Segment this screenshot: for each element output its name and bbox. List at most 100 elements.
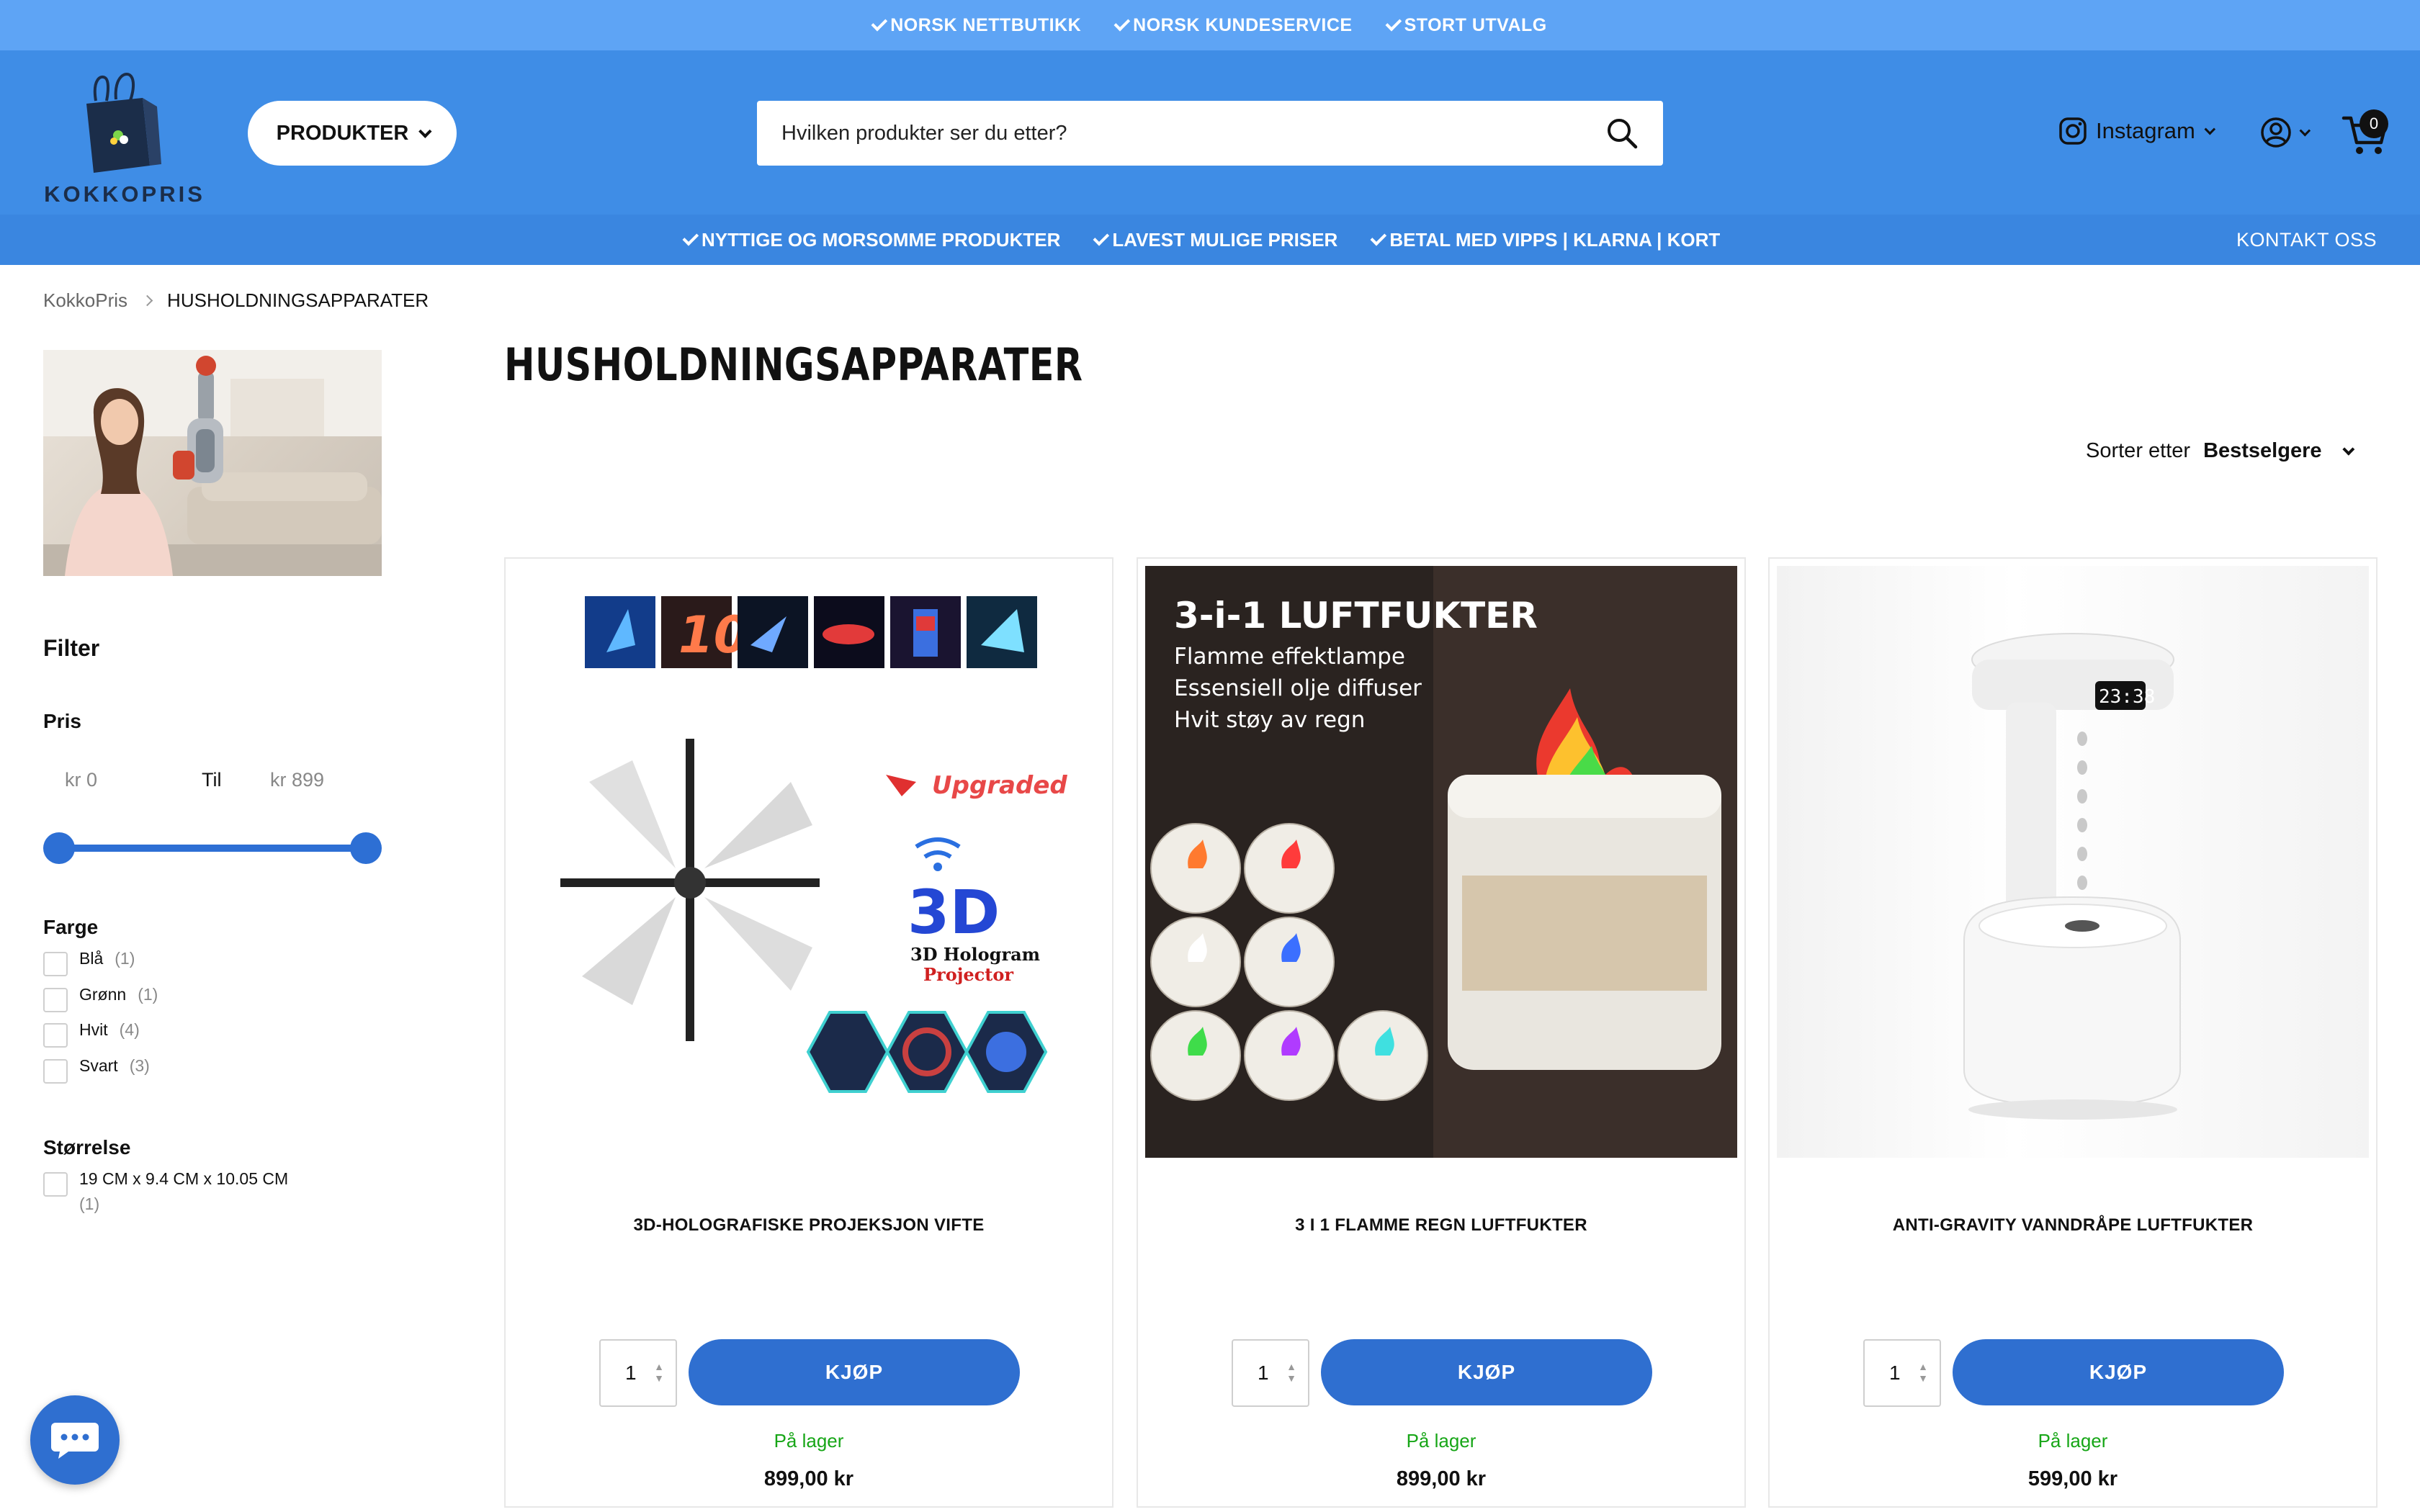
check-icon [1370, 229, 1387, 246]
search-bar [757, 101, 1663, 166]
hologram-fan-illustration: 10 Upgraded 3D 3D Hologram Projector [560, 596, 1067, 1093]
option-count: (1) [138, 985, 158, 1004]
quantity-value: 1 [1889, 1362, 1901, 1384]
filter-title: Filter [43, 635, 100, 661]
check-icon [871, 14, 888, 32]
logo[interactable]: KOKKOPRIS [42, 65, 207, 209]
instagram-icon [2059, 117, 2087, 145]
product-price: 599,00 kr [2027, 1467, 2118, 1490]
option-label: Grønn [79, 985, 127, 1004]
stock-status: På lager [2038, 1430, 2108, 1452]
color-option-hvit[interactable]: Hvit (4) [43, 1020, 140, 1048]
image-line1: Flamme effektlampe [1174, 644, 1405, 670]
top-announcement-bar: NORSK NETTBUTIKK NORSK KUNDESERVICE STOR… [0, 0, 2420, 50]
category-banner-image [43, 350, 382, 576]
size-filter-title: Størrelse [43, 1136, 131, 1158]
sort-dropdown[interactable]: Sorter etter Bestselgere [2086, 439, 2354, 463]
color-option-gronn[interactable]: Grønn (1) [43, 985, 158, 1012]
3d-text: 3D [908, 877, 1000, 948]
option-count: (4) [119, 1020, 140, 1039]
usp-item: NORSK KUNDESERVICE [1113, 14, 1352, 36]
product-price: 899,00 kr [763, 1467, 854, 1490]
color-option-svart[interactable]: Svart (3) [43, 1056, 150, 1084]
cart-count-badge: 0 [2360, 109, 2388, 138]
search-input[interactable] [781, 121, 1574, 145]
search-icon[interactable] [1605, 117, 1639, 150]
stepper-arrows-icon[interactable]: ▲ ▼ [1286, 1361, 1296, 1384]
size-option[interactable]: 19 CM x 9.4 CM x 10.05 CM (1) [43, 1169, 288, 1214]
option-count: (1) [79, 1194, 100, 1213]
chevron-down-icon [2204, 123, 2215, 135]
color-option-bla[interactable]: Blå (1) [43, 949, 135, 976]
usp-item: NORSK NETTBUTIKK [871, 14, 1081, 36]
breadcrumb: KokkoPris HUSHOLDNINGSAPPARATER [43, 289, 429, 312]
option-label: Hvit [79, 1020, 108, 1039]
checkbox[interactable] [43, 1172, 68, 1197]
quantity-value: 1 [1258, 1362, 1269, 1384]
usp-row: NYTTIGE OG MORSOMME PRODUKTER LAVEST MUL… [682, 215, 1720, 265]
price-slider-min-handle[interactable] [43, 832, 75, 864]
product-card[interactable]: 23:38 ANTI-GRAVITY VANNDRÅPE LUFTFUKTER … [1768, 557, 2378, 1508]
price-max-input[interactable]: kr 899 [270, 769, 324, 791]
breadcrumb-home-link[interactable]: KokkoPris [43, 289, 127, 312]
quantity-stepper[interactable]: 1 ▲ ▼ [1863, 1339, 1941, 1407]
anti-gravity-humidifier-illustration: 23:38 [1963, 633, 2181, 1120]
projector-line: Projector [923, 964, 1013, 985]
products-menu-button[interactable]: PRODUKTER [248, 101, 457, 166]
clock-display: 23:38 [2099, 686, 2155, 708]
quantity-stepper[interactable]: 1 ▲ ▼ [1232, 1339, 1309, 1407]
usp-item: STORT UTVALG [1385, 15, 1547, 36]
instagram-menu[interactable]: Instagram [2058, 117, 2215, 145]
product-image[interactable]: 23:38 [1777, 566, 2369, 1158]
price-slider-max-handle[interactable] [350, 832, 382, 864]
buy-button[interactable]: KJØP [1321, 1339, 1652, 1405]
image-line3: Hvit støy av regn [1174, 707, 1365, 733]
usp-item: LAVEST MULIGE PRISER [1093, 229, 1337, 251]
stepper-arrows-icon[interactable]: ▲ ▼ [654, 1361, 664, 1384]
products-label: PRODUKTER [276, 121, 409, 145]
usp-item: NYTTIGE OG MORSOMME PRODUKTER [682, 229, 1060, 251]
buy-button[interactable]: KJØP [1953, 1339, 2284, 1405]
product-image[interactable]: 10 Upgraded 3D 3D Hologram Projector [513, 566, 1105, 1158]
color-filter-title: Farge [43, 916, 99, 938]
buy-button[interactable]: KJØP [689, 1339, 1020, 1405]
breadcrumb-current: HUSHOLDNINGSAPPARATER [167, 289, 429, 311]
product-name[interactable]: ANTI-GRAVITY VANNDRÅPE LUFTFUKTER [1770, 1215, 2376, 1236]
page-title: HUSHOLDNINGSAPPARATER [504, 338, 1083, 391]
account-menu[interactable] [2260, 117, 2311, 148]
check-icon [1093, 229, 1110, 246]
price-slider-track[interactable] [58, 845, 366, 852]
checkbox[interactable] [43, 1023, 68, 1048]
image-line2: Essensiell olje diffuser [1174, 675, 1422, 701]
checkbox[interactable] [43, 988, 68, 1012]
instagram-label: Instagram [2096, 118, 2195, 143]
quantity-stepper[interactable]: 1 ▲ ▼ [599, 1339, 677, 1407]
image-title: 3-i-1 LUFTFUKTER [1174, 595, 1538, 636]
price-min-input[interactable]: kr 0 [65, 769, 97, 791]
size-option-text: 19 CM x 9.4 CM x 10.05 CM (1) [79, 1169, 288, 1214]
product-name[interactable]: 3 I 1 FLAMME REGN LUFTFUKTER [1138, 1215, 1744, 1236]
sub-navigation: NYTTIGE OG MORSOMME PRODUKTER LAVEST MUL… [0, 215, 2420, 265]
checkbox[interactable] [43, 952, 68, 976]
flame-humidifier-illustration: 3-i-1 LUFTFUKTER Flamme effektlampe Esse… [1145, 566, 1737, 1158]
product-card[interactable]: 10 Upgraded 3D 3D Hologram Projector 3D-… [504, 557, 1113, 1508]
option-count: (3) [129, 1056, 150, 1075]
upgraded-badge: Upgraded [932, 771, 1067, 800]
option-count: (1) [115, 949, 135, 968]
check-icon [1113, 14, 1131, 32]
stock-status: På lager [1406, 1430, 1476, 1452]
stepper-arrows-icon[interactable]: ▲ ▼ [1918, 1361, 1928, 1384]
product-price: 899,00 kr [1396, 1467, 1487, 1490]
hologram-line: 3D Hologram [910, 944, 1040, 965]
site-header: KOKKOPRIS PRODUKTER Instagram [0, 50, 2420, 215]
contact-link[interactable]: KONTAKT OSS [2236, 215, 2377, 265]
price-separator: Til [202, 769, 222, 791]
quantity-value: 1 [625, 1362, 637, 1384]
product-name[interactable]: 3D-HOLOGRAFISKE PROJEKSJON VIFTE [506, 1215, 1112, 1236]
check-icon [682, 229, 699, 246]
checkbox[interactable] [43, 1059, 68, 1084]
chat-button[interactable] [30, 1395, 120, 1485]
product-card[interactable]: 3-i-1 LUFTFUKTER Flamme effektlampe Esse… [1137, 557, 1746, 1508]
product-image[interactable]: 3-i-1 LUFTFUKTER Flamme effektlampe Esse… [1145, 566, 1737, 1158]
logo-text: KOKKOPRIS [44, 181, 205, 207]
